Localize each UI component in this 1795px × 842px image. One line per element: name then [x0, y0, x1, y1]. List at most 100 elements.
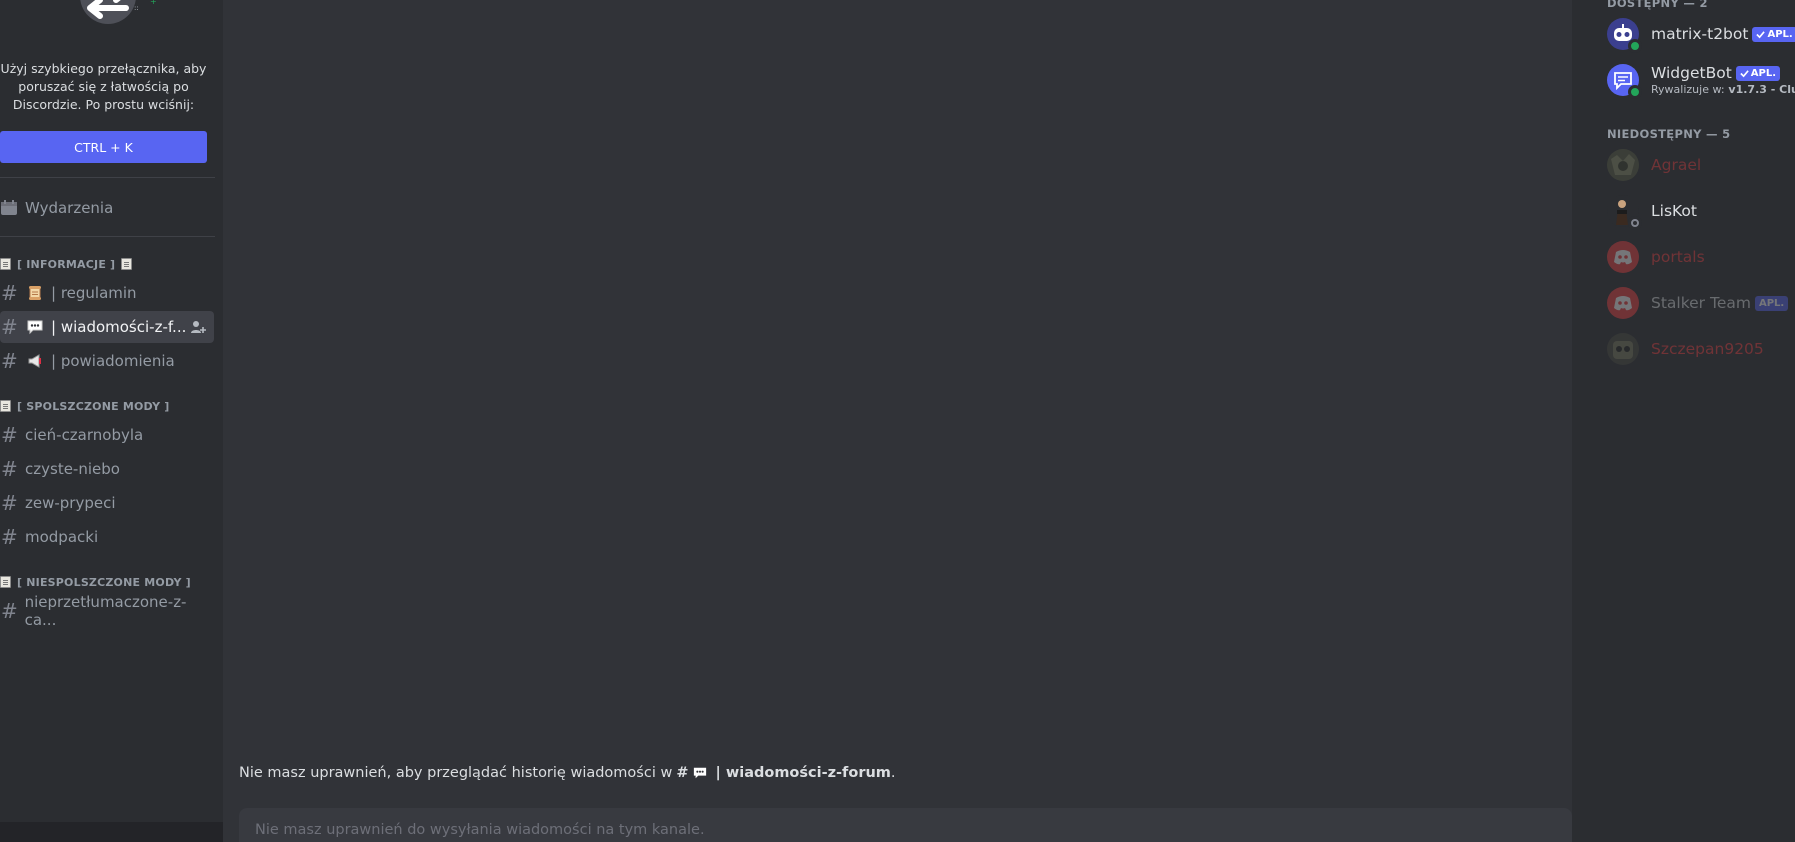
online-header: DOSTĘPNY — 2: [1607, 0, 1708, 10]
channel-regulamin[interactable]: # | regulamin: [0, 277, 214, 309]
app-badge-label: APL.: [1750, 67, 1777, 79]
channel-zew-prypeci[interactable]: # zew-prypeci: [0, 487, 214, 519]
channel-label: czyste-niebo: [25, 460, 120, 478]
member-widgetbot[interactable]: WidgetBot APL. Rywalizuje w: v1.7.3 - Cl…: [1607, 59, 1795, 101]
channel-label: cień-czarnobyla: [25, 426, 144, 444]
online-status-indicator: [1628, 39, 1642, 53]
user-panel[interactable]: [0, 822, 223, 842]
checkmark-icon: [1756, 30, 1766, 38]
hashtag-icon: #: [1, 457, 18, 481]
online-status-indicator: [1628, 85, 1642, 99]
category-label: [ SPOLSZCZONE MODY ]: [17, 399, 170, 413]
message-input[interactable]: Nie masz uprawnień do wysyłania wiadomoś…: [239, 808, 1572, 842]
avatar: [1607, 18, 1642, 53]
svg-text:+: +: [150, 0, 157, 6]
member-name: LisKot: [1651, 202, 1697, 220]
app-badge-label: APL.: [1767, 28, 1793, 40]
member-name: Szczepan9205: [1651, 340, 1764, 358]
channel-label: nieprzetłumaczone-z-ca...: [24, 593, 187, 629]
member-name: Agrael: [1651, 156, 1702, 174]
channel-mention[interactable]: # | wiadomości-z-forum: [676, 765, 891, 781]
quick-switcher-hint: Użyj szybkiego przełącznika, aby porusza…: [0, 61, 207, 112]
channel-cien-czarnobyla[interactable]: # cień-czarnobyla: [0, 419, 214, 451]
category-label: [ INFORMACJE ]: [17, 257, 116, 271]
message-input-placeholder: Nie masz uprawnień do wysyłania wiadomoś…: [255, 822, 705, 838]
avatar-image-icon: [1611, 154, 1635, 175]
channel-label: | regulamin: [51, 284, 137, 302]
avatar: [1607, 287, 1639, 319]
svg-text:::: ::: [134, 4, 139, 12]
category-label: [ NIESPOLSZCZONE MODY ]: [17, 575, 191, 589]
member-matrix-t2bot[interactable]: matrix-t2bot APL.: [1607, 13, 1795, 55]
events-label: Wydarzenia: [25, 199, 114, 217]
category-niespolszczone-mody[interactable]: [ NIESPOLSZCZONE MODY ]: [0, 573, 191, 591]
speech-balloon-icon: [694, 767, 707, 779]
avatar: [1607, 333, 1639, 365]
document-icon: [0, 258, 11, 270]
category-informacje[interactable]: [ INFORMACJE ]: [0, 255, 133, 273]
offline-status-indicator: [1628, 216, 1642, 230]
member-name: WidgetBot: [1651, 64, 1732, 82]
channel-label: zew-prypeci: [25, 494, 116, 512]
avatar: [1607, 64, 1642, 99]
calendar-icon: [1, 200, 17, 215]
category-spolszczone-mody[interactable]: [ SPOLSZCZONE MODY ]: [0, 397, 170, 415]
channel-wiadomosci-z-forum[interactable]: # | wiadomości-z-f...: [0, 311, 214, 343]
hashtag-icon: #: [1, 281, 18, 305]
app-badge: APL.: [1735, 65, 1781, 81]
hashtag-icon: #: [1, 423, 18, 447]
member-activity: Rywalizuje w: v1.7.3 - Cluste: [1651, 83, 1795, 96]
speech-balloon-icon: [25, 318, 45, 336]
channel-modpacki[interactable]: # modpacki: [0, 521, 214, 553]
member-szczepan9205[interactable]: Szczepan9205: [1607, 328, 1795, 370]
avatar: [1607, 149, 1639, 181]
channel-czyste-niebo[interactable]: # czyste-niebo: [0, 453, 214, 485]
avatar: [1607, 195, 1642, 230]
hashtag-icon: #: [1, 349, 18, 373]
no-history-suffix: .: [890, 765, 896, 781]
channel-powiadomienia[interactable]: # | powiadomienia: [0, 345, 214, 377]
divider: [0, 236, 215, 237]
member-stalker-team[interactable]: Stalker Team APL.: [1607, 282, 1795, 324]
activity-detail: v1.7.3 - Cluste: [1728, 83, 1795, 96]
no-history-notice: Nie masz uprawnień, aby przeglądać histo…: [239, 765, 896, 781]
channel-sidebar: + + :: Użyj szybkiego przełącznika, aby …: [0, 0, 223, 842]
avatar-image-icon: [1613, 341, 1633, 359]
chat-area: Nie masz uprawnień, aby przeglądać histo…: [223, 0, 1572, 842]
divider: [0, 177, 215, 178]
no-history-text: Nie masz uprawnień, aby przeglądać histo…: [239, 765, 673, 781]
member-agrael[interactable]: Agrael: [1607, 144, 1795, 186]
member-portals[interactable]: portals: [1607, 236, 1795, 278]
document-icon: [121, 258, 133, 270]
member-name: Stalker Team: [1651, 294, 1751, 312]
quick-switcher-button[interactable]: CTRL + K: [0, 131, 207, 163]
checkmark-icon: [1740, 69, 1749, 77]
channel-label: | powiadomienia: [51, 352, 175, 370]
hashtag-icon: #: [1, 315, 18, 339]
document-icon: [0, 576, 11, 588]
app-badge: APL.: [1752, 26, 1795, 42]
app-badge: APL.: [1754, 295, 1789, 311]
add-member-icon[interactable]: [190, 319, 206, 335]
hashtag-icon: #: [1, 491, 18, 515]
channel-label: modpacki: [25, 528, 99, 546]
activity-prefix: Rywalizuje w:: [1651, 83, 1725, 96]
avatar: [1607, 241, 1639, 273]
discord-logo-icon: [1614, 250, 1632, 265]
hashtag-icon: #: [1, 525, 18, 549]
channel-nieprzetlumaczone[interactable]: # nieprzetłumaczone-z-ca...: [0, 593, 214, 629]
hashtag-icon: #: [676, 765, 689, 781]
member-liskot[interactable]: LisKot: [1607, 190, 1795, 232]
member-name: matrix-t2bot: [1651, 25, 1749, 43]
quick-switcher-illustration: + + ::: [80, 0, 157, 24]
offline-header: NIEDOSTĘPNY — 5: [1607, 127, 1731, 141]
channel-label: | wiadomości-z-f...: [51, 318, 187, 336]
app-badge-label: APL.: [1758, 297, 1785, 309]
channel-mention-label: | wiadomości-z-forum: [715, 765, 891, 781]
document-icon: [0, 400, 11, 412]
member-list: DOSTĘPNY — 2 matrix-t2bot APL. WidgetBot…: [1572, 0, 1795, 842]
megaphone-icon: [25, 352, 45, 370]
hashtag-icon: #: [1, 599, 18, 623]
events-link[interactable]: Wydarzenia: [0, 195, 215, 221]
discord-logo-icon: [1614, 296, 1632, 311]
